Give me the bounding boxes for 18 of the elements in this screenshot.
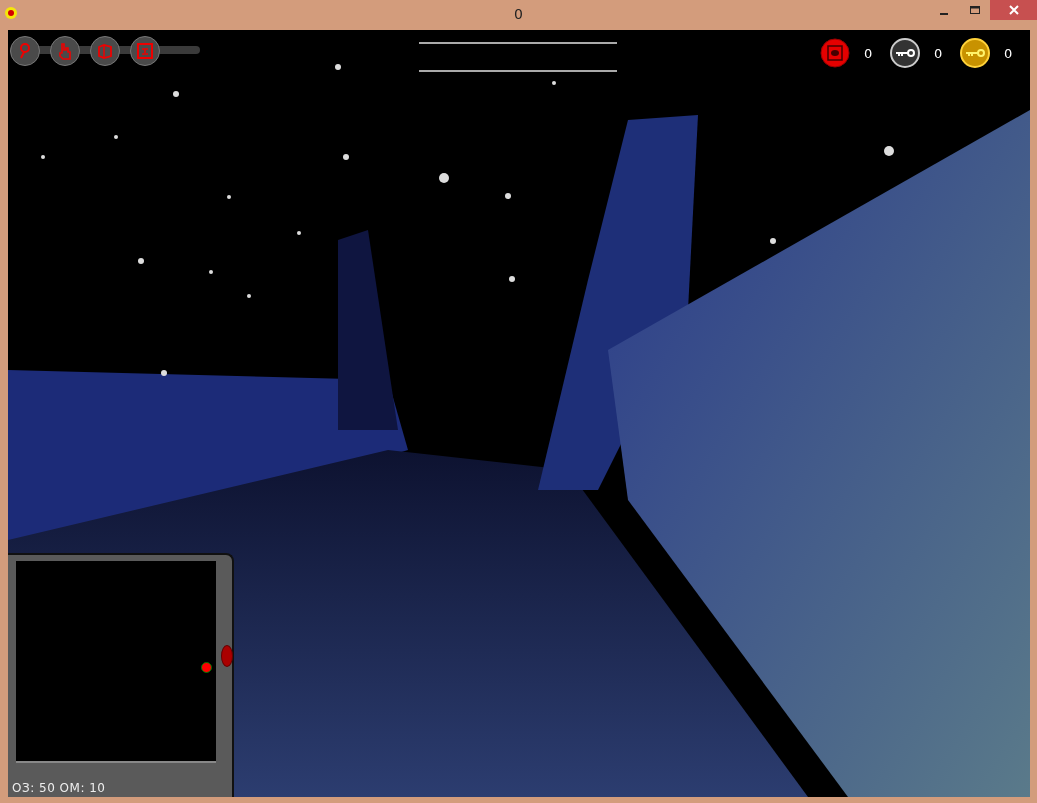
- key-icon: [960, 38, 990, 68]
- close-icon: [1008, 5, 1019, 15]
- stats-text: ОЗ: 50 ОМ: 10: [12, 781, 106, 795]
- sun-icon: [4, 6, 18, 20]
- floppy-icon: [136, 42, 154, 60]
- count-value: 0: [1004, 45, 1014, 61]
- map-icon: [96, 42, 114, 60]
- hand-icon: [56, 42, 74, 60]
- close-button[interactable]: [990, 0, 1037, 20]
- gem-ornament: [221, 645, 233, 667]
- window-title: 0: [513, 6, 524, 22]
- maximize-icon: [969, 5, 980, 15]
- key-icon: [890, 38, 920, 68]
- count-value: 0: [934, 45, 944, 61]
- minimize-icon: [939, 13, 948, 15]
- player-marker: [201, 662, 212, 673]
- charm-icon: [820, 38, 850, 68]
- count-value: 0: [864, 45, 874, 61]
